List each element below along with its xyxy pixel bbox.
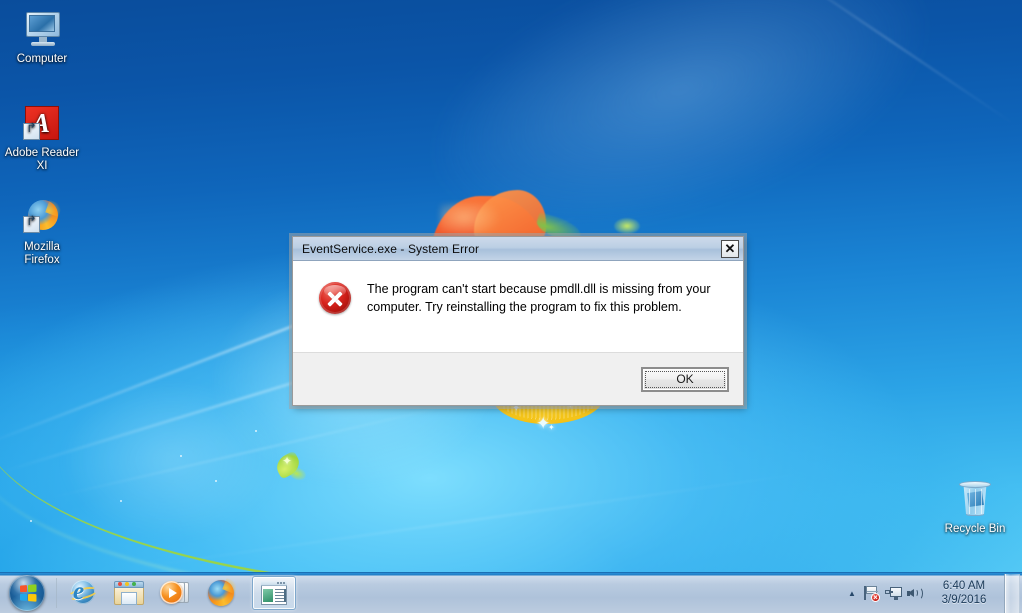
desktop-icon-label: Computer [16,53,68,65]
wallpaper-dot [30,520,32,522]
windows-logo-icon [9,575,45,611]
desktop-icon-label: Mozilla [24,241,60,253]
tray-icon-volume[interactable] [904,578,926,608]
desktop-icon-computer[interactable]: Computer [2,4,82,66]
taskbar: e ▲ × 6:40 AM 3/9/2016 [0,572,1022,613]
desktop-icon-label-line2: XI [36,160,48,172]
wallpaper-dot [180,455,182,457]
clock-date: 3/9/2016 [941,594,987,606]
desktop-icon-label: Recycle Bin [944,523,1006,535]
desktop-icon-label: Adobe Reader [4,147,80,159]
speaker-icon [906,586,924,601]
dialog-message-area: The program can't start because pmdll.dl… [293,261,743,353]
dialog-footer: OK [293,353,743,405]
firefox-icon [2,192,82,238]
error-icon [319,282,351,314]
clock[interactable]: 6:40 AM 3/9/2016 [926,574,1002,613]
folder-icon [114,580,144,606]
tray-icon-network[interactable] [882,578,904,608]
dialog-message-text: The program can't start because pmdll.dl… [367,282,711,314]
taskbar-item-internet-explorer[interactable]: e [61,576,105,610]
desktop-icon-firefox[interactable]: Mozilla Firefox [2,192,82,267]
show-hidden-icons-button[interactable]: ▲ [844,578,860,608]
computer-icon [2,4,82,50]
sparkle-icon: ✦ [548,423,555,432]
taskbar-item-firefox[interactable] [199,576,243,610]
desktop[interactable]: ✦ ✦ ✦ ✦ ✦ Computer A Adobe Reader XI [0,0,1022,613]
firefox-icon [207,578,239,607]
internet-explorer-icon: e [67,578,99,607]
system-error-dialog: EventService.exe - System Error ✕ The pr… [289,233,747,409]
recycle-bin-icon [936,474,1014,520]
ok-button[interactable]: OK [641,366,729,392]
network-icon [884,586,902,601]
wallpaper-flower-sheen [440,204,500,238]
taskbar-divider [56,578,57,608]
media-player-icon [160,580,190,606]
dialog-titlebar[interactable]: EventService.exe - System Error ✕ [293,237,743,261]
adobe-reader-icon: A [2,98,82,144]
desktop-icon-label-line2: Firefox [24,254,60,266]
start-button[interactable] [1,574,53,613]
wallpaper-dot [215,480,217,482]
taskbar-window-eventservice[interactable] [252,576,296,610]
clock-time: 6:40 AM [942,580,986,592]
wallpaper-dot [255,430,257,432]
taskbar-item-windows-explorer[interactable] [107,576,151,610]
close-icon[interactable]: ✕ [721,239,739,258]
show-desktop-button[interactable] [1004,573,1020,613]
tray-icon-action-center[interactable] [860,578,882,608]
system-tray: ▲ 6:40 AM 3/9/2016 [844,573,1022,613]
desktop-icon-recycle-bin[interactable]: Recycle Bin [936,474,1014,536]
window-icon [261,581,287,605]
wallpaper-bud [614,218,640,234]
ok-button-label: OK [676,372,694,386]
flag-icon [863,585,880,602]
desktop-icon-adobe-reader[interactable]: A Adobe Reader XI [2,98,82,173]
sparkle-icon: ✦ [282,454,293,468]
taskbar-item-windows-media-player[interactable] [153,576,197,610]
wallpaper-dot [120,500,122,502]
dialog-title: EventService.exe - System Error [302,241,480,256]
